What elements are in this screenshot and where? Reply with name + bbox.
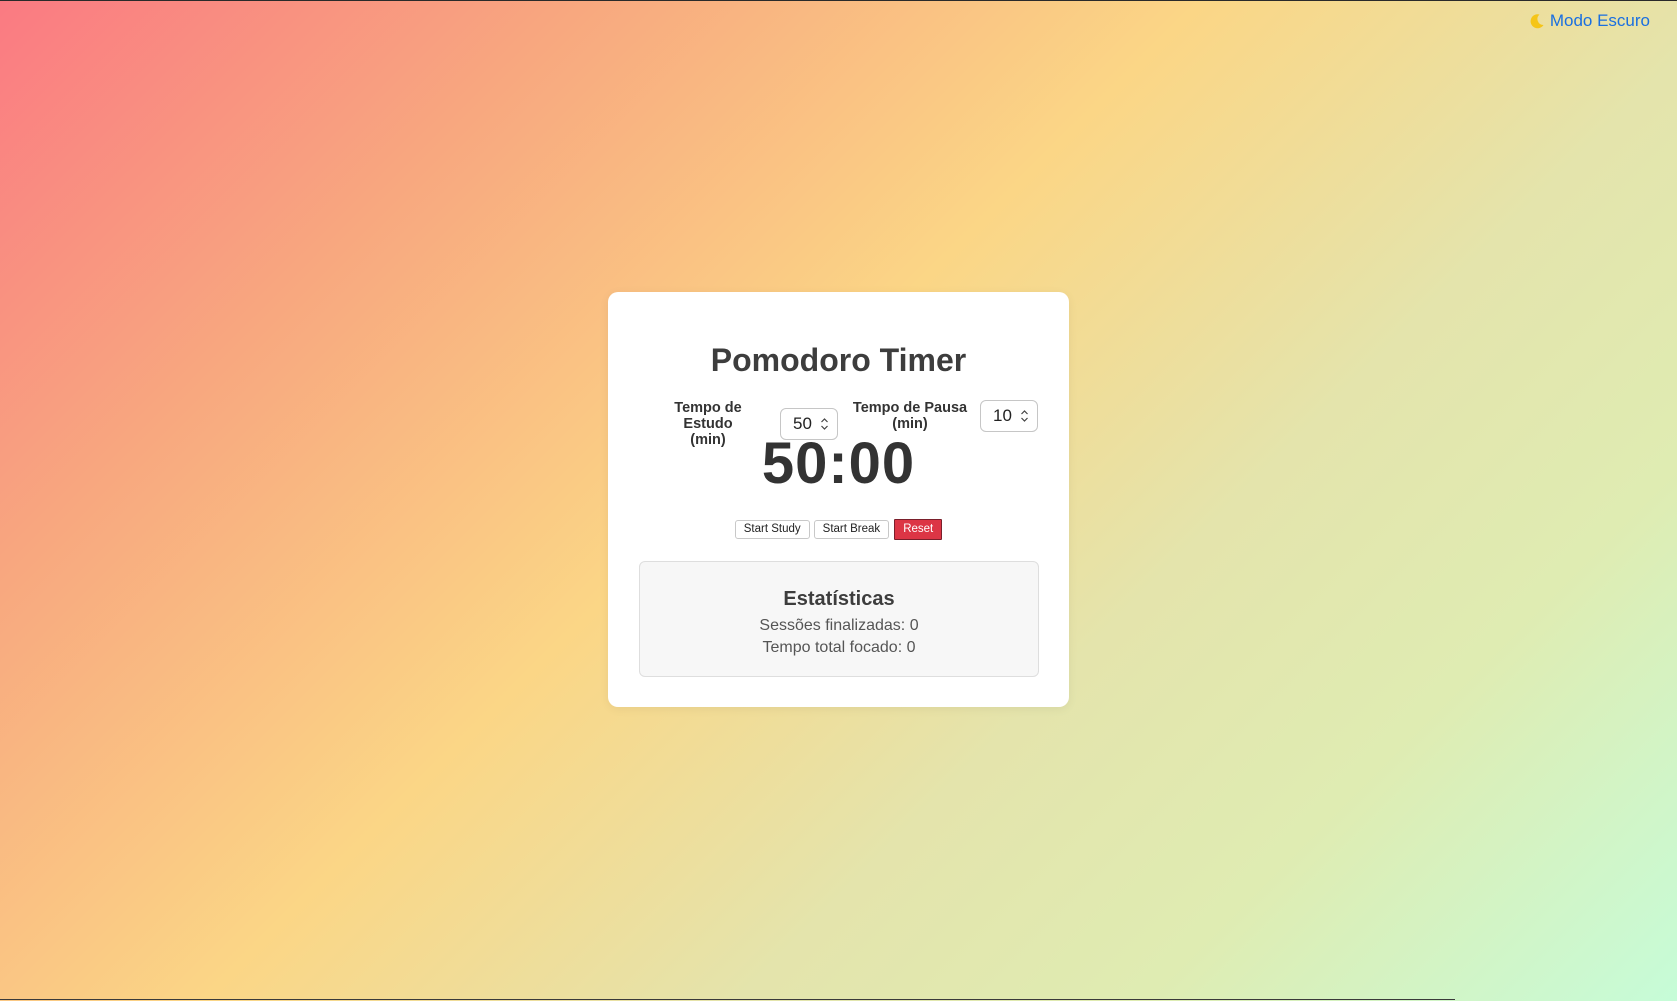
bottom-border bbox=[0, 999, 1455, 1000]
statistics-title: Estatísticas bbox=[783, 588, 895, 610]
timer-controls: Start Study Start Break Reset bbox=[608, 519, 1069, 540]
dark-mode-toggle[interactable]: Modo Escuro bbox=[1528, 11, 1650, 31]
start-break-button[interactable]: Start Break bbox=[813, 520, 890, 539]
timer-display: 50:00 bbox=[761, 431, 916, 496]
moon-icon bbox=[1528, 12, 1546, 30]
total-focus-time: Tempo total focado: 0 bbox=[762, 639, 916, 656]
start-study-button[interactable]: Start Study bbox=[734, 520, 810, 539]
break-time-setting: Tempo de Pausa (min) 10 bbox=[852, 400, 1038, 432]
sessions-completed: Sessões finalizadas: 0 bbox=[759, 617, 919, 634]
pomodoro-card: Pomodoro Timer Tempo de Estudo (min) 50 … bbox=[608, 292, 1069, 707]
stepper-icon[interactable] bbox=[820, 417, 829, 431]
break-time-label: Tempo de Pausa (min) bbox=[852, 400, 968, 432]
dark-mode-label[interactable]: Modo Escuro bbox=[1550, 11, 1650, 31]
break-time-input[interactable]: 10 bbox=[980, 400, 1038, 432]
stepper-icon[interactable] bbox=[1020, 409, 1029, 423]
reset-button[interactable]: Reset bbox=[894, 519, 943, 540]
statistics-panel: Estatísticas Sessões finalizadas: 0 Temp… bbox=[639, 561, 1039, 677]
page-title: Pomodoro Timer bbox=[710, 342, 967, 378]
break-time-value: 10 bbox=[993, 406, 1012, 425]
top-border bbox=[0, 0, 1677, 1]
